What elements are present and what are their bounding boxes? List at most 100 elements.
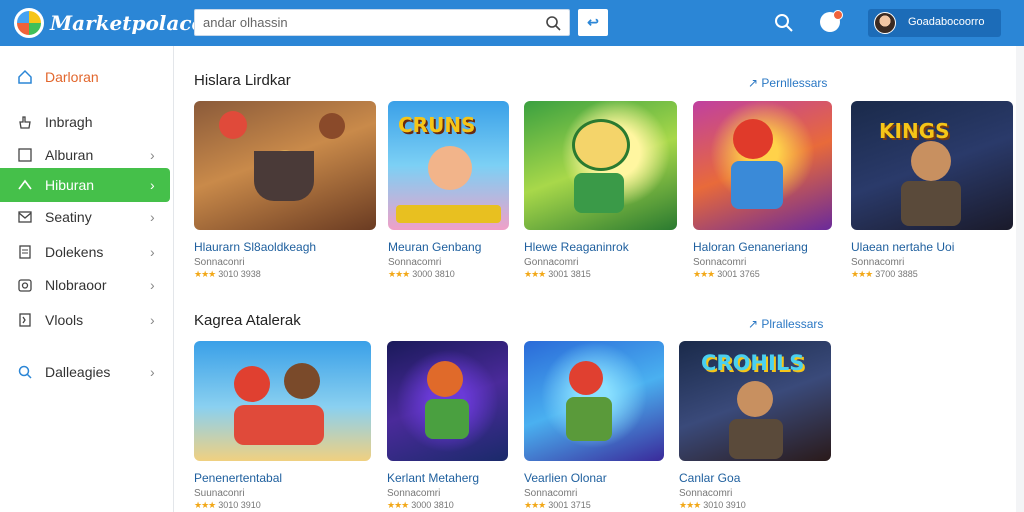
game-developer: Sonnacomri [851,257,905,268]
game-rating: ★★★ 3010 3910 [194,500,261,510]
game-art-title: CROHILS [701,351,805,375]
game-rating: ★★★ 3000 3810 [388,269,455,279]
hand-icon [19,116,31,129]
arrow-icon [18,179,32,190]
sidebar-item-dalleagies[interactable]: Dalleagies › [0,355,170,389]
game-title: Vearlien Olonar [524,471,607,485]
square-icon [18,148,32,162]
game-rating: ★★★ 3010 3910 [679,500,746,510]
game-thumbnail [194,341,371,461]
game-card[interactable]: Vearlien Olonar Sonnacomri ★★★ 3001 3715 [524,341,664,511]
game-thumbnail [387,341,508,461]
game-card[interactable]: Hlaurarn Sl8aoldkeagh Sonnaconri ★★★ 3010… [194,101,376,280]
game-rating: ★★★ 3000 3810 [387,500,454,510]
search-icon [18,365,32,379]
game-art-title: CRUNS [398,113,476,137]
sidebar-item-label: Vlools [45,312,84,328]
game-thumbnail [524,341,664,461]
notification-badge [833,10,843,20]
sidebar-item-alburan[interactable]: Alburan › [0,138,170,172]
star-rating-icon: ★★★ [524,269,546,279]
sidebar-item-label: Dolekens [45,244,104,260]
star-rating-icon: ★★★ [679,500,701,510]
logo-icon [14,8,44,38]
game-thumbnail [524,101,677,230]
game-art-title: KINGS [879,119,950,143]
header-search-icon[interactable] [774,13,794,33]
user-menu[interactable]: Goadabocoorro [868,9,1001,37]
sidebar: Darloran Inbragh Alburan › Hiburan › Sea… [0,46,174,512]
game-thumbnail: CROHILS [679,341,831,461]
sidebar-item-inbragh[interactable]: Inbragh [0,105,170,139]
star-rating-icon: ★★★ [851,269,873,279]
sidebar-item-vlools[interactable]: Vlools › [0,303,170,337]
sidebar-item-nlobraoor[interactable]: Nlobraoor › [0,268,170,302]
game-developer: Gonnacomri [524,257,579,268]
logo[interactable]: Marketpolace [14,8,204,38]
flag-icon [19,313,31,327]
game-card[interactable]: Hlewe Reaganinrok Gonnacomri ★★★ 3001 381… [524,101,677,280]
game-developer: Sonnacomri [524,488,578,499]
game-title: Meuran Genbang [388,240,482,254]
sidebar-item-label: Seatiny [45,209,92,225]
sidebar-item-label: Nlobraoor [45,277,107,293]
chevron-right-icon: › [150,147,155,163]
game-card[interactable]: Haloran Genaneriang Sonnacomri ★★★ 3001 3… [693,101,832,280]
game-title: Hlewe Reaganinrok [524,240,629,254]
game-developer: Sonnacomri [387,488,441,499]
game-title: Ulaean nertahe Uoi [851,240,955,254]
star-rating-icon: ★★★ [524,500,546,510]
game-developer: Suunaconri [194,488,245,499]
star-rating-icon: ★★★ [388,269,410,279]
chevron-right-icon: › [150,209,155,225]
top-header: Marketpolace ↩ Goadabocoorro [0,0,1024,46]
scrollbar[interactable] [1016,46,1024,512]
game-card[interactable]: CRUNS Meuran Genbang Sonnacomri ★★★ 3000 … [388,101,509,280]
search-icon[interactable] [545,15,561,31]
sidebar-item-label: Alburan [45,147,94,163]
sidebar-item-home[interactable]: Darloran [0,60,170,94]
sidebar-item-label: Hiburan [45,177,95,193]
sidebar-item-label: Dalleagies [45,364,111,380]
star-rating-icon: ★★★ [693,269,715,279]
game-card[interactable]: Penenertentabal Suunaconri ★★★ 3010 3910 [194,341,371,511]
user-name: Goadabocoorro [908,16,985,28]
game-rating: ★★★ 3700 3885 [851,269,918,279]
sidebar-item-seatiny[interactable]: Seatiny › [0,200,170,234]
game-title: Kerlant Metaherg [387,471,480,485]
see-all-link[interactable]: ↗ Plrallessars [748,317,823,331]
game-rating: ★★★ 3001 3815 [524,269,591,279]
avatar [874,12,896,34]
game-card[interactable]: KINGS Ulaean nertahe Uoi Sonnacomri ★★★ 3… [851,101,1013,280]
sidebar-item-hiburan[interactable]: Hiburan › [0,168,170,202]
home-icon [18,69,32,84]
search-submit-button[interactable]: ↩ [578,9,608,36]
game-thumbnail: CRUNS [388,101,509,230]
sidebar-item-dolekens[interactable]: Dolekens › [0,235,170,269]
chevron-right-icon: › [150,244,155,260]
game-rating: ★★★ 3010 3938 [194,269,261,279]
chevron-right-icon: › [150,177,155,193]
camera-icon [18,279,32,292]
star-rating-icon: ★★★ [387,500,409,510]
chevron-right-icon: › [150,364,155,380]
game-card[interactable]: Kerlant Metaherg Sonnacomri ★★★ 3000 3810 [387,341,508,511]
game-card[interactable]: CROHILS Canlar Goa Sonnacomri ★★★ 3010 39… [679,341,831,511]
game-title: Canlar Goa [679,471,741,485]
game-title: Penenertentabal [194,471,283,485]
search-input[interactable] [203,10,533,35]
star-rating-icon: ★★★ [194,269,216,279]
game-developer: Sonnaconri [194,257,245,268]
search-bar [194,9,570,36]
game-rating: ★★★ 3001 3715 [524,500,591,510]
game-title: Hlaurarn Sl8aoldkeagh [194,240,317,254]
chevron-right-icon: › [150,277,155,293]
see-all-link[interactable]: ↗ Pernllessars [748,76,827,90]
game-thumbnail [194,101,376,230]
game-thumbnail: KINGS [851,101,1013,230]
sidebar-item-label: Darloran [45,69,99,85]
logo-text: Marketpolace [50,11,205,35]
sidebar-item-label: Inbragh [45,114,93,130]
section-title: Hislara Lirdkar [194,72,291,89]
game-developer: Sonnacomri [693,257,747,268]
